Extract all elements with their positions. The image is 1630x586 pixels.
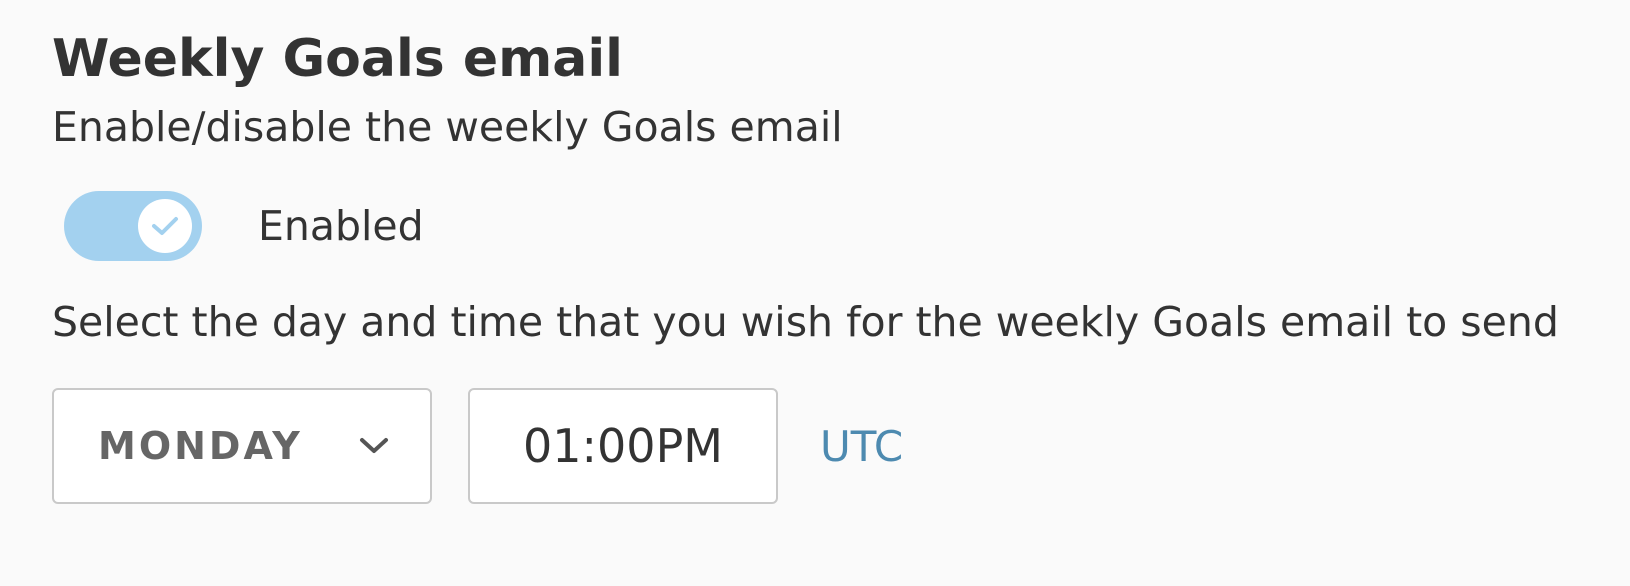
toggle-knob <box>138 199 192 253</box>
toggle-status-label: Enabled <box>258 202 424 250</box>
check-icon <box>152 217 178 235</box>
section-description: Enable/disable the weekly Goals email <box>52 103 843 151</box>
day-select[interactable]: MONDAY <box>52 388 432 504</box>
day-select-value: MONDAY <box>98 424 303 468</box>
timezone-label: UTC <box>820 421 904 471</box>
section-title: Weekly Goals email <box>52 29 624 89</box>
schedule-controls: MONDAY 01:00PM UTC <box>52 388 903 504</box>
schedule-instruction: Select the day and time that you wish fo… <box>52 298 1559 346</box>
time-input[interactable]: 01:00PM <box>468 388 778 504</box>
enable-toggle-row: Enabled <box>64 190 424 262</box>
enable-toggle[interactable] <box>64 191 202 261</box>
time-input-value: 01:00PM <box>523 419 723 473</box>
chevron-down-icon <box>358 436 390 456</box>
